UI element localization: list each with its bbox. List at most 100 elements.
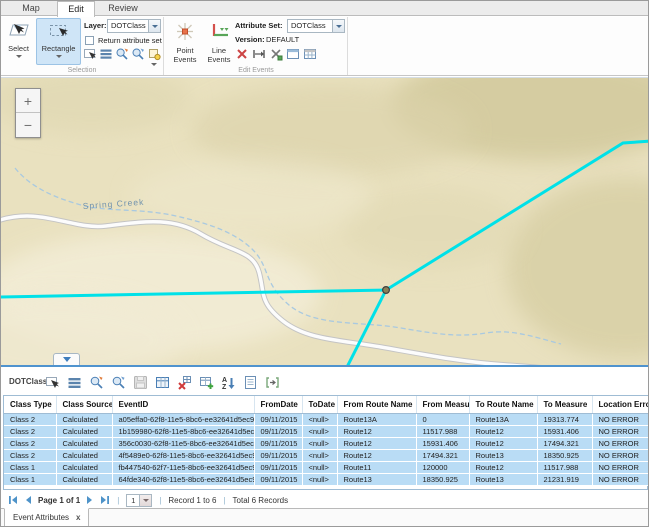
zoom-in-button[interactable]: + [16,89,40,113]
first-page-button[interactable] [8,495,18,505]
table-cell[interactable]: Route12 [337,437,416,449]
map-canvas[interactable]: Spring Creek + − [1,77,649,365]
point-events-button[interactable]: Point Events [169,18,201,65]
table-cell[interactable]: 17494.321 [537,437,592,449]
table-cell[interactable]: Route13A [337,413,416,425]
table-cell[interactable]: NO ERROR [592,461,649,473]
table-cell[interactable]: Route13 [337,473,416,485]
table-cell[interactable]: 356c0030-62f8-11e5-8bc6-ee32641d5ec9 [112,437,254,449]
table-header-cell[interactable]: From Measure [416,396,469,413]
table-cell[interactable]: 15931.406 [537,425,592,437]
table-cell[interactable]: Calculated [56,473,112,485]
clear-selection-icon[interactable] [147,47,161,61]
table-cell[interactable]: 120000 [416,461,469,473]
table-cell[interactable]: Route12 [469,461,537,473]
form-view-icon[interactable] [243,375,258,390]
last-page-button[interactable] [100,495,110,505]
table-cell[interactable]: Class 2 [4,425,56,437]
page-number-arrow[interactable] [140,494,152,507]
measure-brackets-icon[interactable] [265,375,280,390]
table-cell[interactable]: Route12 [337,449,416,461]
table-cell[interactable]: Route13 [469,449,537,461]
table-row[interactable]: Class 2Calculated4f5489e0-62f8-11e5-8bc6… [4,449,649,461]
tab-event-attributes[interactable]: Event Attributes x [4,508,89,527]
close-icon[interactable]: x [76,514,80,522]
table-row[interactable]: Class 1Calculated64fde340-62f8-11e5-8bc6… [4,473,649,485]
table-cell[interactable]: Class 2 [4,437,56,449]
table-cell[interactable]: Route12 [337,425,416,437]
table-cell[interactable]: <null> [302,425,337,437]
table-cell[interactable]: Class 2 [4,413,56,425]
split-event-icon[interactable] [269,47,283,61]
junction-marker[interactable] [383,287,390,294]
measure-range-icon[interactable] [252,47,266,61]
table-cell[interactable]: Calculated [56,413,112,425]
table-row[interactable]: Class 1Calculatedfb447540-62f7-11e5-8bc6… [4,461,649,473]
table-cell[interactable]: Class 1 [4,461,56,473]
delete-records-icon[interactable] [177,375,192,390]
next-page-button[interactable] [85,495,95,505]
select-by-area-icon[interactable] [83,47,97,61]
table-cell[interactable]: 18350.925 [416,473,469,485]
sort-records-icon[interactable]: AZ [221,375,236,390]
table-cell[interactable]: Route13 [469,473,537,485]
table-cell[interactable]: 09/11/2015 [254,461,302,473]
table-cell[interactable]: 19313.774 [537,413,592,425]
page-number-combobox[interactable]: 1 [126,494,152,507]
table-cell[interactable]: 17494.321 [416,449,469,461]
floating-window-icon[interactable] [286,47,300,61]
table-header-cell[interactable]: Class Type [4,396,56,413]
panel-collapse-tab[interactable] [53,353,80,365]
table-header-cell[interactable]: EventID [112,396,254,413]
pan-to-selected-icon[interactable] [111,375,126,390]
tab-edit[interactable]: Edit [57,1,95,17]
table-cell[interactable]: 15931.406 [416,437,469,449]
table-cell[interactable]: Route12 [469,425,537,437]
table-cell[interactable]: Calculated [56,449,112,461]
table-cell[interactable]: <null> [302,473,337,485]
table-row[interactable]: Class 2Calculateda05effa0-62f8-11e5-8bc6… [4,413,649,425]
append-records-icon[interactable] [199,375,214,390]
select-records-icon[interactable] [45,375,60,390]
remove-event-icon[interactable] [235,47,249,61]
table-cell[interactable]: 4f5489e0-62f8-11e5-8bc6-ee32641d5ec9 [112,449,254,461]
table-cell[interactable]: 09/11/2015 [254,425,302,437]
table-cell[interactable]: Route11 [337,461,416,473]
table-cell[interactable]: <null> [302,449,337,461]
rectangle-button[interactable]: Rectangle [36,18,81,65]
table-cell[interactable]: 0 [416,413,469,425]
table-cell[interactable]: a05effa0-62f8-11e5-8bc6-ee32641d5ec9 [112,413,254,425]
table-cell[interactable]: 09/11/2015 [254,437,302,449]
zoom-to-selected-icon[interactable] [89,375,104,390]
table-cell[interactable]: Route12 [469,437,537,449]
table-header-cell[interactable]: To Measure [537,396,592,413]
table-cell[interactable]: NO ERROR [592,437,649,449]
attribute-set-combobox[interactable]: DOTClass [287,19,345,33]
table-header-cell[interactable]: Location Error [592,396,649,413]
prev-page-button[interactable] [23,495,33,505]
zoom-to-selection-icon[interactable] [115,47,129,61]
table-cell[interactable]: 11517.988 [416,425,469,437]
layer-combobox-arrow[interactable] [148,19,161,33]
attribute-set-combobox-arrow[interactable] [332,19,345,33]
table-cell[interactable]: 09/11/2015 [254,413,302,425]
select-dropdown-caret[interactable] [16,55,22,58]
table-cell[interactable]: NO ERROR [592,449,649,461]
line-events-button[interactable]: Line Events [203,18,235,65]
table-cell[interactable]: 21231.919 [537,473,592,485]
table-cell[interactable]: NO ERROR [592,425,649,437]
table-cell[interactable]: <null> [302,437,337,449]
table-row[interactable]: Class 2Calculated356c0030-62f8-11e5-8bc6… [4,437,649,449]
attribute-grid-icon[interactable] [155,375,170,390]
options-menu-icon[interactable] [67,375,82,390]
table-cell[interactable]: 1b159980-62f8-11e5-8bc6-ee32641d5ec9 [112,425,254,437]
table-cell[interactable]: fb447540-62f7-11e5-8bc6-ee32641d5ec9 [112,461,254,473]
rectangle-dropdown-caret[interactable] [56,55,62,58]
tab-review[interactable]: Review [99,1,147,16]
table-cell[interactable]: 64fde340-62f8-11e5-8bc6-ee32641d5ec9 [112,473,254,485]
table-header-cell[interactable]: Class Source [56,396,112,413]
attribute-window-icon[interactable] [303,47,317,61]
table-cell[interactable]: 11517.988 [537,461,592,473]
select-button[interactable]: Select [3,18,34,65]
zoom-out-button[interactable]: − [16,113,40,137]
